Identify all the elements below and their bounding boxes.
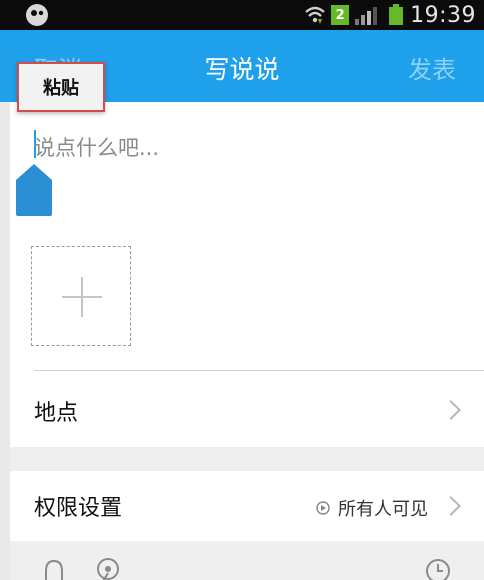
publish-button[interactable]: 发表: [408, 50, 456, 85]
clock-icon[interactable]: [424, 557, 452, 580]
compose-area[interactable]: 说点什么吧...: [10, 102, 484, 370]
contact-icon[interactable]: [40, 557, 68, 580]
visibility-icon: [316, 501, 330, 515]
location-pin-icon[interactable]: [94, 557, 122, 580]
wifi-icon: [305, 6, 325, 24]
permission-value: 所有人可见: [316, 495, 428, 521]
status-icons: 2 19:39: [304, 2, 476, 28]
location-label: 地点: [34, 401, 79, 426]
paste-button[interactable]: 粘贴: [17, 62, 105, 112]
section-gap: [10, 447, 484, 471]
app-notification-icon: [26, 4, 48, 26]
status-bar: 2 19:39: [0, 0, 484, 30]
bottom-toolbar: [10, 541, 484, 580]
permission-row[interactable]: 权限设置 所有人可见: [10, 471, 484, 541]
signal-icon: [355, 7, 378, 25]
chevron-right-icon: [441, 400, 461, 420]
permission-label: 权限设置: [34, 496, 123, 521]
compose-input[interactable]: 说点什么吧...: [34, 132, 159, 162]
network-badge: 2: [331, 5, 350, 25]
battery-icon: [389, 4, 404, 25]
permission-value-text: 所有人可见: [338, 499, 428, 520]
add-photo-button[interactable]: [31, 246, 131, 346]
chevron-right-icon: [441, 496, 461, 516]
status-time: 19:39: [410, 2, 476, 28]
location-row[interactable]: 地点: [10, 371, 484, 447]
text-selection-handle[interactable]: [14, 162, 54, 218]
left-edge: [0, 102, 10, 580]
